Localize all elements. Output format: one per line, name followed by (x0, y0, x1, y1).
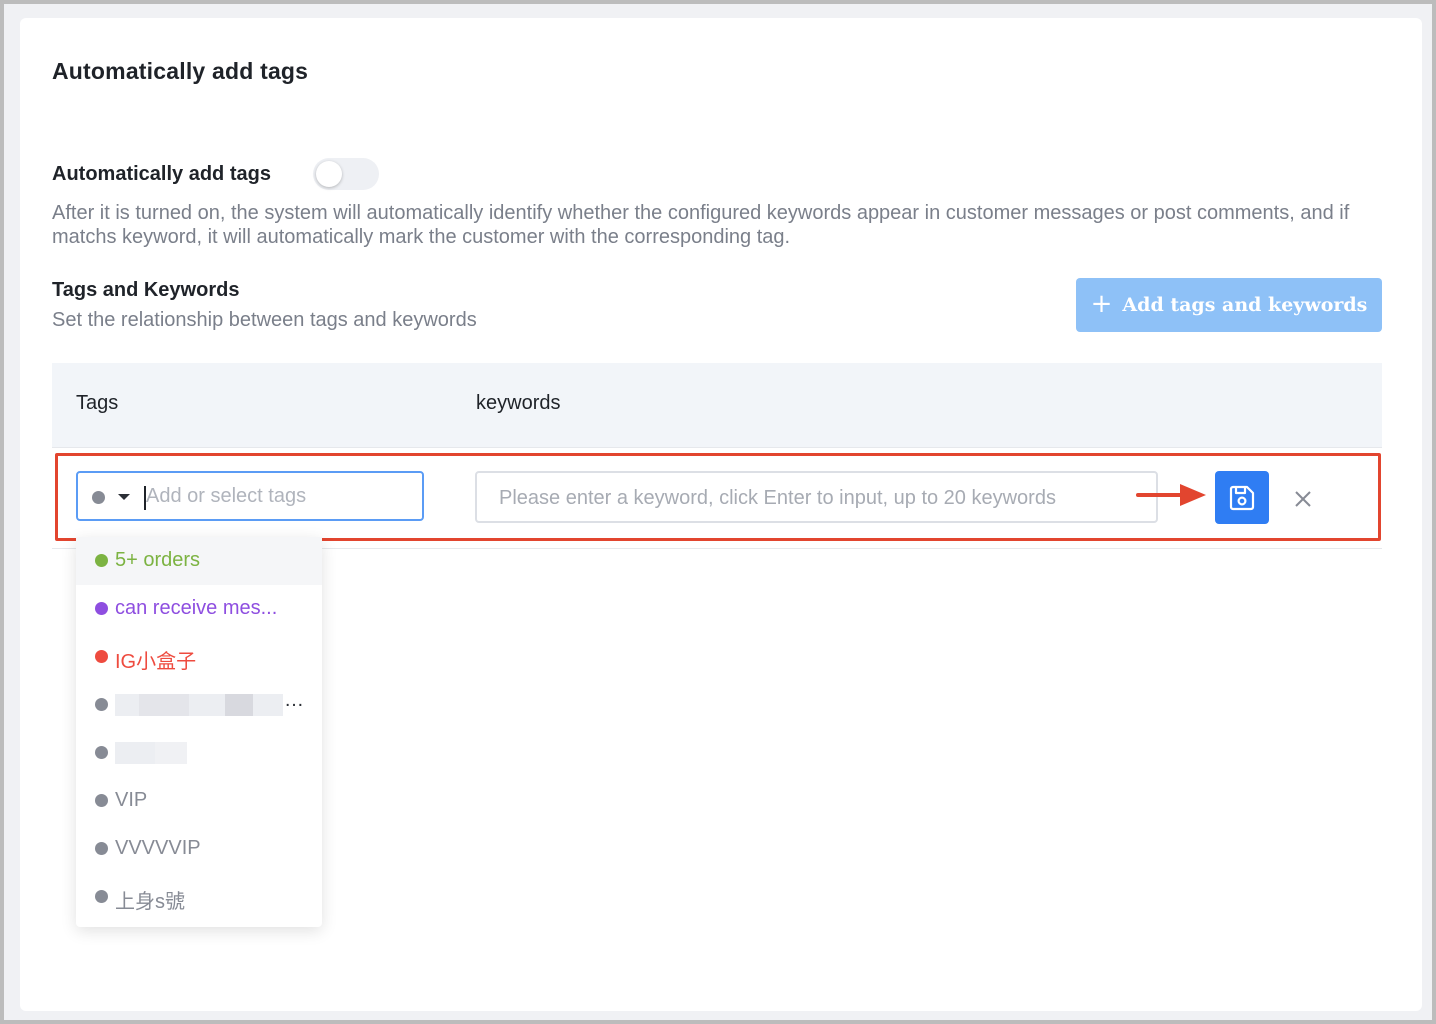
tag-option-vip[interactable]: VIP (76, 777, 322, 825)
ellipsis: … (284, 689, 304, 711)
page-title: Automatically add tags (52, 58, 309, 84)
tag-option-5-orders[interactable]: 5+ orders (76, 537, 322, 585)
section-subtitle: Set the relationship between tags and ke… (52, 309, 477, 331)
tag-color-dot (95, 746, 108, 759)
auto-tag-toggle[interactable] (313, 158, 379, 190)
tag-option-label: 上身s號 (115, 891, 185, 913)
tag-option-ig[interactable]: IG小盒子 (76, 633, 322, 681)
redacted-label (115, 694, 283, 716)
tag-options-dropdown: 5+ orders can receive mes... IG小盒子 … VIP… (76, 537, 322, 927)
redacted-label (115, 742, 187, 764)
tag-option-shangshen[interactable]: 上身s號 (76, 873, 322, 921)
add-button-label: Add tags and keywords (1122, 294, 1368, 316)
tag-option-vvvvvip[interactable]: VVVVVIP (76, 825, 322, 873)
tag-option-label: VVVVVIP (115, 837, 201, 859)
tag-color-dot (95, 554, 108, 567)
tag-color-dot (95, 602, 108, 615)
table-header: Tags keywords (52, 363, 1382, 448)
tag-color-dot (95, 794, 108, 807)
tag-option-label: 5+ orders (115, 549, 201, 571)
tag-color-dot (95, 842, 108, 855)
tag-color-dot (95, 890, 108, 903)
add-tags-keywords-button[interactable]: + Add tags and keywords (1076, 278, 1382, 332)
section-title: Tags and Keywords (52, 279, 240, 301)
tag-option-redacted-1[interactable]: … (76, 681, 322, 729)
tag-option-label: can receive mes... (115, 597, 278, 619)
plus-icon: + (1090, 289, 1113, 319)
tag-option-label: VIP (115, 789, 148, 811)
tag-color-dot (95, 650, 108, 663)
highlight-box (55, 453, 1381, 541)
tag-color-dot (95, 698, 108, 711)
column-header-keywords: keywords (476, 392, 561, 414)
tag-option-can-receive[interactable]: can receive mes... (76, 585, 322, 633)
auto-tag-description: After it is turned on, the system will a… (52, 202, 1350, 248)
auto-tag-label: Automatically add tags (52, 163, 271, 185)
tag-option-label: IG小盒子 (115, 651, 197, 673)
tag-option-redacted-2[interactable] (76, 729, 322, 777)
column-header-tags: Tags (76, 392, 119, 414)
toggle-knob (316, 161, 342, 187)
